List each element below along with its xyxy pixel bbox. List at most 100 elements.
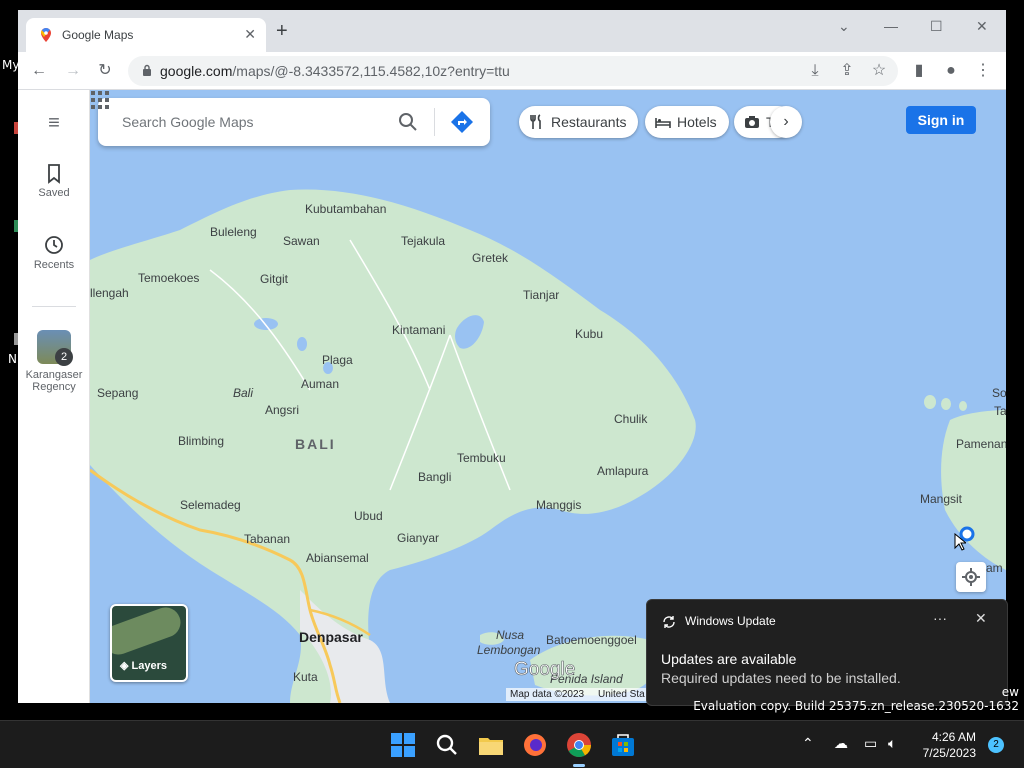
map-attribution[interactable]: Map data ©2023 United Sta — [506, 688, 649, 701]
start-windows-icon[interactable] — [390, 732, 416, 758]
map-label[interactable]: Blimbing — [178, 434, 224, 448]
map-label[interactable]: Tam — [994, 404, 1006, 418]
chip-restaurants-label: Restaurants — [551, 114, 627, 130]
map-label[interactable]: Tejakula — [401, 234, 445, 248]
new-tab-button[interactable]: + — [276, 21, 288, 41]
map-label[interactable]: Buleleng — [210, 225, 257, 239]
map-label[interactable]: Tabanan — [244, 532, 290, 546]
map-label[interactable]: llengah — [90, 286, 129, 300]
map-label[interactable]: Gretek — [472, 251, 508, 265]
map-label[interactable]: Sawan — [283, 234, 320, 248]
map-label[interactable]: Kintamani — [392, 323, 445, 337]
chip-hotels-label: Hotels — [677, 114, 717, 130]
close-window-icon[interactable]: ✕ — [976, 18, 988, 35]
restaurant-icon — [530, 114, 541, 129]
main-menu-icon[interactable]: ≡ — [18, 112, 90, 135]
map-label[interactable]: Selemadeg — [180, 498, 241, 512]
map-label[interactable]: Amlapura — [597, 464, 648, 478]
notification-title: Updates are available — [661, 651, 797, 667]
tab-search-icon[interactable]: ⌄ — [838, 18, 850, 35]
search-input[interactable]: Search Google Maps — [122, 114, 254, 130]
network-icon[interactable]: ▭ — [864, 735, 877, 752]
volume-icon[interactable]: 🔈︎ — [888, 735, 896, 752]
taskbar-search-icon[interactable] — [434, 732, 460, 758]
map-label[interactable]: Plaga — [322, 353, 353, 367]
gili-island-3 — [959, 401, 967, 411]
clock-time: 4:26 AM — [931, 730, 976, 744]
firefox-icon[interactable] — [522, 732, 548, 758]
chrome-icon[interactable] — [566, 732, 592, 758]
lock-icon — [143, 64, 151, 76]
map-label[interactable]: am — [986, 561, 1003, 575]
taskbar-clock[interactable]: 4:26 AM 7/25/2023 — [920, 729, 976, 761]
map-region-label[interactable]: BALI — [295, 436, 336, 452]
map-label[interactable]: Temoekoes — [138, 271, 199, 285]
directions-icon[interactable] — [450, 110, 474, 134]
address-bar[interactable]: google.com/maps/@-8.3433572,115.4582,10z… — [128, 56, 898, 86]
map-label[interactable]: Tembuku — [457, 451, 506, 465]
sign-in-button[interactable]: Sign in — [906, 106, 976, 134]
chip-hotels[interactable]: Hotels — [645, 106, 729, 138]
search-box[interactable]: Search Google Maps — [98, 98, 490, 146]
google-apps-icon[interactable] — [90, 90, 110, 110]
place-count-badge: 2 — [55, 348, 73, 366]
search-divider — [434, 108, 435, 136]
chrome-menu-icon[interactable]: ⋮ — [972, 60, 994, 82]
map-label[interactable]: Batoemoenggoel — [546, 633, 637, 647]
url-text: google.com/maps/@-8.3433572,115.4582,10z… — [160, 63, 510, 79]
map-label[interactable]: Abiansemal — [306, 551, 369, 565]
tab-google-maps[interactable]: Google Maps ✕ — [26, 18, 266, 52]
file-explorer-icon[interactable] — [478, 732, 504, 758]
recent-place-karangasem[interactable]: 2 Karangaser Regency — [18, 330, 90, 393]
map-label[interactable]: Kubu — [575, 327, 603, 341]
saved-button[interactable]: Saved — [18, 164, 90, 199]
windows-taskbar: ⌃ ☁ ▭ 🔈︎ 4:26 AM 7/25/2023 2 — [0, 720, 1024, 768]
maps-left-rail: ≡ Saved Recents 2 Karangaser Regency — [18, 90, 90, 703]
desktop-label-fragment: My — [2, 58, 20, 72]
map-label[interactable]: Pamenan — [956, 437, 1006, 451]
map-label[interactable]: Kuta — [293, 670, 318, 684]
share-icon[interactable]: ⇪ — [836, 60, 858, 82]
search-icon[interactable] — [398, 112, 418, 132]
onedrive-icon[interactable]: ☁ — [834, 735, 848, 752]
back-icon[interactable]: ← — [28, 60, 50, 82]
map-label[interactable]: Gianyar — [397, 531, 439, 545]
map-city-label[interactable]: Denpasar — [299, 629, 363, 645]
map-label[interactable]: Angsri — [265, 403, 299, 417]
my-location-button[interactable] — [956, 562, 986, 592]
map-label[interactable]: Auman — [301, 377, 339, 391]
map-label[interactable]: Ubud — [354, 509, 383, 523]
notification-more-icon[interactable]: ··· — [933, 610, 947, 626]
map-label[interactable]: Lembongan — [477, 643, 540, 657]
chips-scroll-next-icon[interactable]: › — [770, 106, 802, 138]
maximize-icon[interactable]: ☐ — [930, 18, 943, 35]
map-label[interactable]: Nusa — [496, 628, 524, 642]
close-tab-icon[interactable]: ✕ — [244, 26, 256, 43]
profile-avatar-icon[interactable]: ● — [940, 60, 962, 82]
map-label[interactable]: Tianjar — [523, 288, 559, 302]
map-label[interactable]: Mangsit — [920, 492, 962, 506]
gili-island — [924, 395, 936, 409]
map-label[interactable]: Manggis — [536, 498, 581, 512]
layers-button[interactable]: ◈ Layers — [110, 604, 188, 682]
notification-count-badge[interactable]: 2 — [988, 737, 1004, 753]
bookmark-star-icon[interactable]: ☆ — [868, 60, 890, 82]
chip-restaurants[interactable]: Restaurants — [519, 106, 639, 138]
map-label[interactable]: So — [992, 386, 1006, 400]
notification-close-icon[interactable]: ✕ — [975, 610, 987, 627]
map-label[interactable]: Chulik — [614, 412, 647, 426]
recents-button[interactable]: Recents — [18, 234, 90, 271]
install-app-icon[interactable]: ⤓ — [804, 60, 826, 82]
map-label[interactable]: Gitgit — [260, 272, 288, 286]
minimize-icon[interactable]: — — [884, 18, 898, 34]
microsoft-store-icon[interactable] — [610, 732, 636, 758]
side-panel-icon[interactable]: ▮ — [908, 60, 930, 82]
map-label[interactable]: Bali — [233, 386, 253, 400]
map-label[interactable]: Sepang — [97, 386, 138, 400]
map-region-text: United Sta — [598, 689, 645, 700]
map-label[interactable]: Kubutambahan — [305, 202, 386, 216]
map-label[interactable]: Bangli — [418, 470, 451, 484]
forward-icon[interactable]: → — [62, 60, 84, 82]
tray-overflow-icon[interactable]: ⌃ — [802, 735, 814, 752]
reload-icon[interactable]: ↻ — [94, 60, 116, 82]
